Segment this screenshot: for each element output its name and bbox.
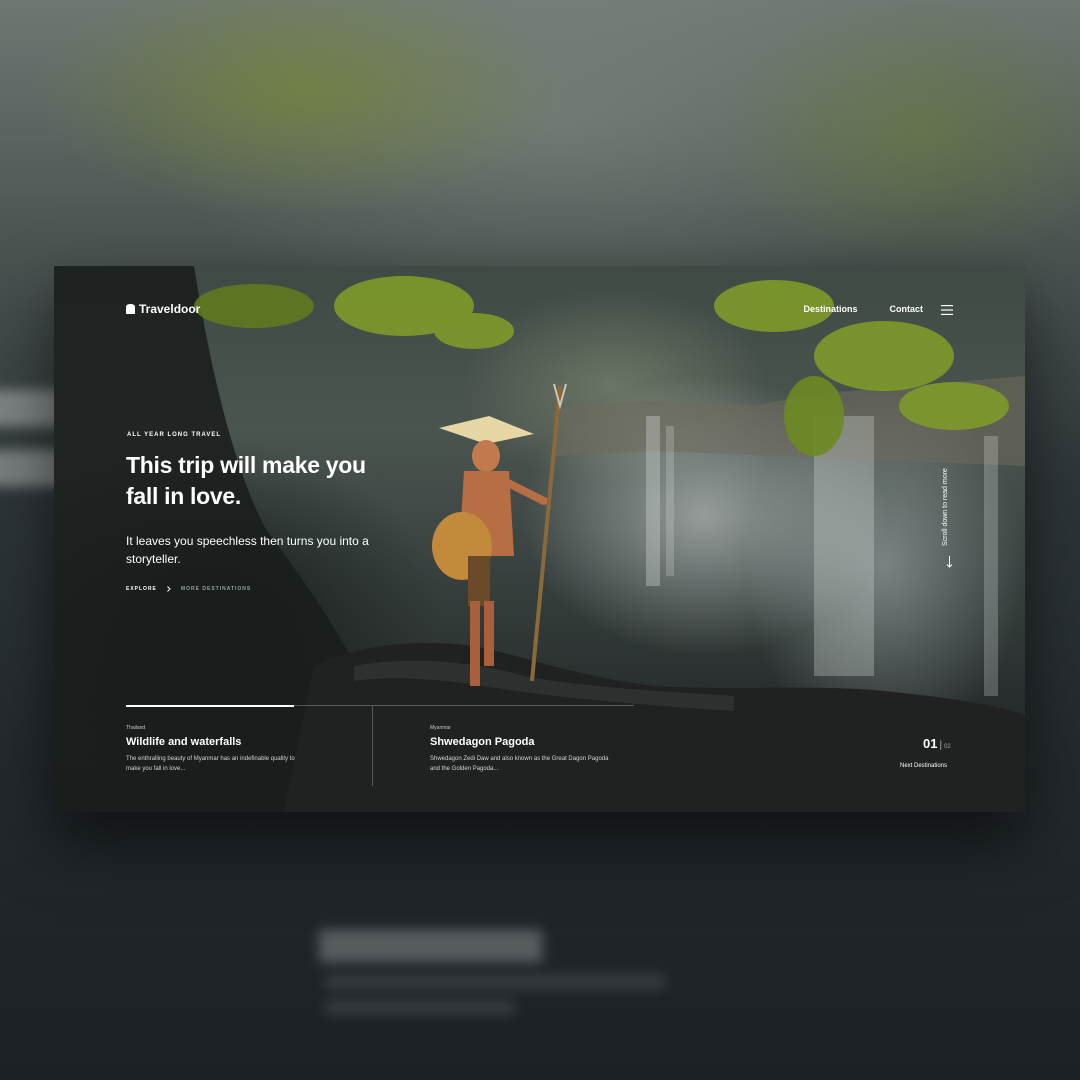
hero-headline: This trip will make you fall in love.	[126, 452, 366, 509]
backdrop-blur-bar	[325, 975, 665, 989]
hamburger-menu-icon[interactable]	[941, 305, 953, 315]
hero-card: Traveldoor Destinations Contact ALL YEAR…	[54, 266, 1025, 812]
explore-label: EXPLORE	[126, 586, 157, 592]
child-figure	[432, 383, 567, 686]
destination-country: Thailand	[126, 725, 146, 731]
destination-card[interactable]: Myanmar Shwedagon Pagoda Shwedagon Zedi …	[430, 725, 610, 774]
destination-name: Wildlife and waterfalls	[126, 736, 242, 748]
hero-eyebrow: ALL YEAR LONG TRAVEL	[127, 432, 222, 438]
destination-name: Shwedagon Pagoda	[430, 736, 535, 748]
more-destinations-link[interactable]: MORE DESTINATIONS	[181, 586, 251, 592]
destination-divider	[372, 706, 373, 786]
destination-country: Myanmar	[430, 725, 451, 731]
brand-logo[interactable]: Traveldoor	[126, 302, 200, 316]
destination-progress	[126, 704, 634, 707]
pager-separator: |	[939, 740, 943, 751]
scroll-hint: Scroll down to read more	[942, 468, 949, 546]
destination-progress-fill	[126, 704, 294, 707]
pager: 01 | 02	[923, 736, 951, 751]
hero-lead: It leaves you speechless then turns you …	[126, 534, 369, 566]
top-nav: Destinations Contact	[803, 304, 945, 314]
pager-total: 02	[944, 744, 951, 750]
destination-desc: The enthralling beauty of Myanmar has an…	[126, 756, 295, 772]
nav-contact[interactable]: Contact	[890, 304, 924, 314]
explore-button[interactable]: EXPLORE	[126, 586, 171, 592]
destination-desc: Shwedagon Zedi Daw and also known as the…	[430, 756, 609, 772]
arrow-down-icon[interactable]	[946, 556, 953, 568]
destination-card[interactable]: Thailand Wildlife and waterfalls The ent…	[126, 725, 306, 774]
pager-current: 01	[923, 736, 938, 751]
door-icon	[126, 304, 135, 314]
brand-name: Traveldoor	[139, 302, 201, 316]
nav-destinations[interactable]: Destinations	[803, 304, 857, 314]
chevron-right-icon	[167, 586, 171, 592]
backdrop-blur-text-3: ▆▆▆▆▆▆▆▆	[320, 920, 542, 961]
backdrop-blur-bar	[325, 1000, 515, 1014]
next-destinations-button[interactable]: Next Destinations	[900, 763, 947, 769]
